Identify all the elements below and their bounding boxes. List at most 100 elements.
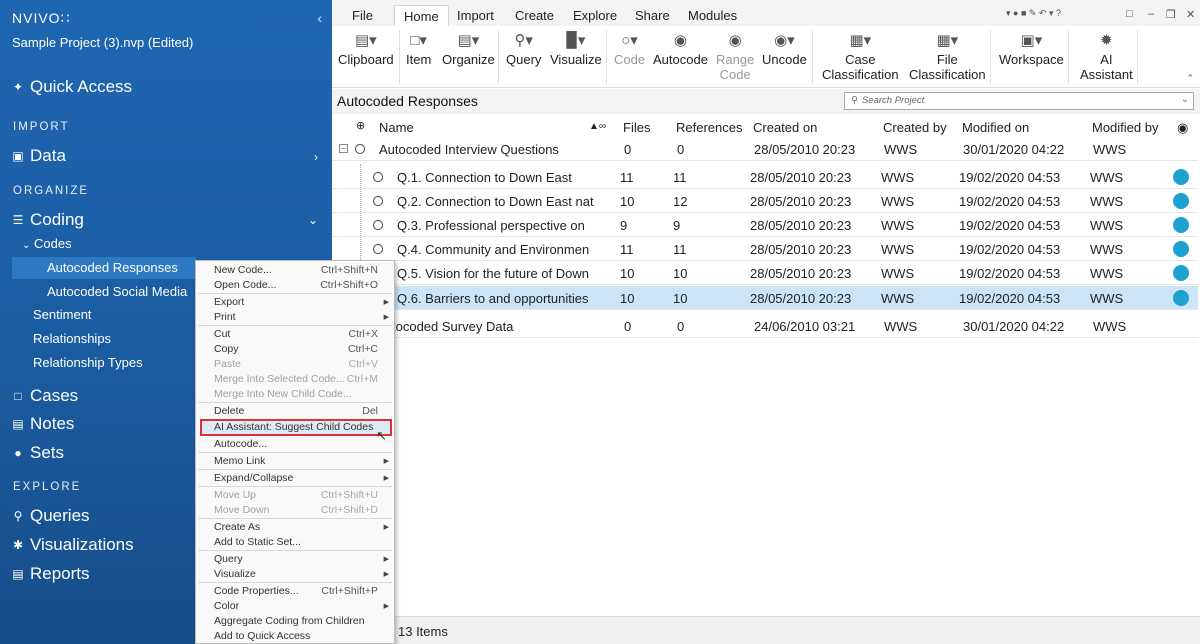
menu-merge-selected[interactable]: Merge Into Selected Code... — [214, 373, 345, 385]
nav-data[interactable]: ▣ Data — [12, 146, 66, 166]
table-row[interactable]: − Autocoded Interview Questions 0 0 28/0… — [332, 137, 1198, 161]
code-node-icon — [373, 172, 383, 182]
table-row[interactable]: Q.1. Connection to Down East 11 11 28/05… — [332, 165, 1198, 189]
nav-sentiment[interactable]: Sentiment — [33, 307, 92, 322]
table-row[interactable]: Q.4. Community and Environmen 11 11 28/0… — [332, 237, 1198, 261]
chat-icon[interactable]: □ — [1126, 8, 1133, 20]
submenu-arrow-icon: ▶ — [383, 603, 389, 610]
workspace-button[interactable]: ▣▾ Workspace — [999, 30, 1064, 67]
table-row-selected[interactable]: Q.6. Barriers to and opportunities 10 10… — [332, 286, 1198, 310]
column-references[interactable]: References — [676, 120, 742, 135]
menu-create-as[interactable]: Create As — [214, 521, 260, 533]
menu-aggregate-coding[interactable]: Aggregate Coding from Children — [214, 615, 365, 627]
menu-memo-link[interactable]: Memo Link — [214, 455, 265, 467]
menu-visualize[interactable]: Visualize — [214, 568, 256, 580]
menu-expand-collapse[interactable]: Expand/Collapse — [214, 472, 293, 484]
menu-add-quick-access[interactable]: Add to Quick Access — [214, 630, 310, 642]
tab-modules[interactable]: Modules — [688, 8, 737, 23]
column-modified-on[interactable]: Modified on — [962, 120, 1029, 135]
autocode-button[interactable]: ◉ Autocode — [653, 30, 708, 67]
item-count: 13 Items — [398, 624, 448, 639]
nav-autocoded-responses[interactable]: Autocoded Responses — [47, 260, 178, 275]
file-classification-button[interactable]: ▦▾ File Classification — [909, 30, 986, 82]
nav-queries[interactable]: ⚲ Queries — [12, 506, 90, 526]
collapse-toggle-icon[interactable]: − — [339, 144, 348, 153]
nav-autocoded-social[interactable]: Autocoded Social Media — [47, 284, 187, 299]
case-classification-button[interactable]: ▦▾ Case Classification — [822, 30, 899, 82]
nav-cases[interactable]: □ Cases — [12, 386, 78, 406]
nav-relationships[interactable]: Relationships — [33, 331, 111, 346]
nav-quick-access[interactable]: ✦ Quick Access — [12, 77, 132, 97]
submenu-arrow-icon: ▶ — [383, 314, 389, 321]
column-created-on[interactable]: Created on — [753, 120, 817, 135]
menu-autocode[interactable]: Autocode... — [214, 438, 267, 450]
menu-delete[interactable]: Delete — [214, 405, 244, 417]
search-input[interactable]: ⚲ Search Project ⌄ — [844, 92, 1194, 110]
tab-create[interactable]: Create — [515, 8, 554, 23]
menu-new-code[interactable]: New Code... — [214, 264, 272, 276]
menu-add-static-set[interactable]: Add to Static Set... — [214, 536, 301, 548]
tab-file[interactable]: File — [352, 8, 373, 23]
nav-sets[interactable]: ● Sets — [12, 443, 64, 463]
collapse-sidebar-icon[interactable]: ‹ — [317, 10, 322, 26]
menu-cut[interactable]: Cut — [214, 328, 230, 340]
quick-toolbar-icons[interactable]: ▾ ● ■ ✎ ↶ ▾ ? — [1006, 8, 1061, 19]
uncode-button[interactable]: ◉▾ Uncode — [762, 30, 807, 67]
restore-icon[interactable]: ❐ — [1166, 8, 1176, 21]
table-row[interactable]: Q.3. Professional perspective on 9 9 28/… — [332, 213, 1198, 237]
column-files[interactable]: Files — [623, 120, 650, 135]
menu-move-down[interactable]: Move Down — [214, 504, 269, 516]
visualize-button[interactable]: ▉▾ Visualize — [550, 30, 602, 67]
range-code-button[interactable]: ◉ Range Code — [716, 30, 754, 82]
chevron-down-icon[interactable]: ⌄ — [308, 213, 318, 227]
table-row[interactable]: Q.5. Vision for the future of Down 10 10… — [332, 261, 1198, 285]
ribbon-collapse-icon[interactable]: ⌃ — [1186, 73, 1194, 84]
nav-coding[interactable]: ☰ Coding — [12, 210, 84, 230]
menu-paste[interactable]: Paste — [214, 358, 241, 370]
menu-copy[interactable]: Copy — [214, 343, 239, 355]
nav-notes[interactable]: ▤ Notes — [12, 414, 74, 434]
cell-created-on: 28/05/2010 20:23 — [754, 142, 856, 157]
menu-merge-new-child[interactable]: Merge Into New Child Code... — [214, 388, 352, 400]
menu-query[interactable]: Query — [214, 553, 243, 565]
menu-ai-suggest-child-codes[interactable]: AI Assistant: Suggest Child Codes — [214, 421, 373, 433]
submenu-arrow-icon: ▶ — [383, 458, 389, 465]
ai-assistant-button[interactable]: ✹ AI Assistant — [1080, 30, 1133, 82]
menu-move-up[interactable]: Move Up — [214, 489, 256, 501]
column-name[interactable]: Name — [379, 120, 414, 135]
column-modified-by[interactable]: Modified by — [1092, 120, 1158, 135]
organize-label: Organize — [442, 52, 495, 67]
menu-open-code[interactable]: Open Code... — [214, 279, 276, 291]
chevron-down-icon[interactable]: ⌄ — [1181, 94, 1189, 105]
sort-asc-icon[interactable]: ▲∞ — [589, 121, 606, 132]
nav-reports[interactable]: ▤ Reports — [12, 564, 89, 584]
close-icon[interactable]: ✕ — [1186, 8, 1195, 21]
column-created-by[interactable]: Created by — [883, 120, 947, 135]
item-button[interactable]: □▾ Item — [406, 30, 431, 67]
tab-import[interactable]: Import — [457, 8, 494, 23]
nav-relationship-types[interactable]: Relationship Types — [33, 355, 143, 370]
table-row[interactable]: tocoded Survey Data 0 0 24/06/2010 03:21… — [332, 314, 1198, 338]
table-row[interactable]: Q.2. Connection to Down East nat 10 12 2… — [332, 189, 1198, 213]
organize-button[interactable]: ▤▾ Organize — [442, 30, 495, 67]
nav-visualizations[interactable]: ✱ Visualizations — [12, 535, 134, 555]
add-column-icon[interactable]: ⊕ — [356, 119, 365, 132]
query-button[interactable]: ⚲▾ Query — [506, 30, 541, 67]
tab-share[interactable]: Share — [635, 8, 670, 23]
cell-created-on: 28/05/2010 20:23 — [750, 170, 852, 185]
menu-print[interactable]: Print — [214, 311, 236, 323]
tab-explore[interactable]: Explore — [573, 8, 617, 23]
cell-modified-by: WWS — [1093, 142, 1127, 157]
tab-home[interactable]: Home — [394, 5, 449, 28]
nav-codes[interactable]: ⌄ Codes — [22, 236, 72, 251]
color-column-icon[interactable]: ◉ — [1177, 120, 1188, 136]
coding-icon: ☰ — [12, 213, 24, 227]
minimize-icon[interactable]: – — [1148, 8, 1154, 20]
menu-color[interactable]: Color — [214, 600, 239, 612]
color-dot — [1173, 169, 1189, 185]
code-button[interactable]: ○▾ Code — [614, 30, 645, 67]
menu-code-properties[interactable]: Code Properties... — [214, 585, 299, 597]
menu-export[interactable]: Export — [214, 296, 244, 308]
clipboard-button[interactable]: ▤▾ Clipboard — [338, 30, 394, 67]
chevron-right-icon[interactable]: › — [314, 150, 318, 164]
